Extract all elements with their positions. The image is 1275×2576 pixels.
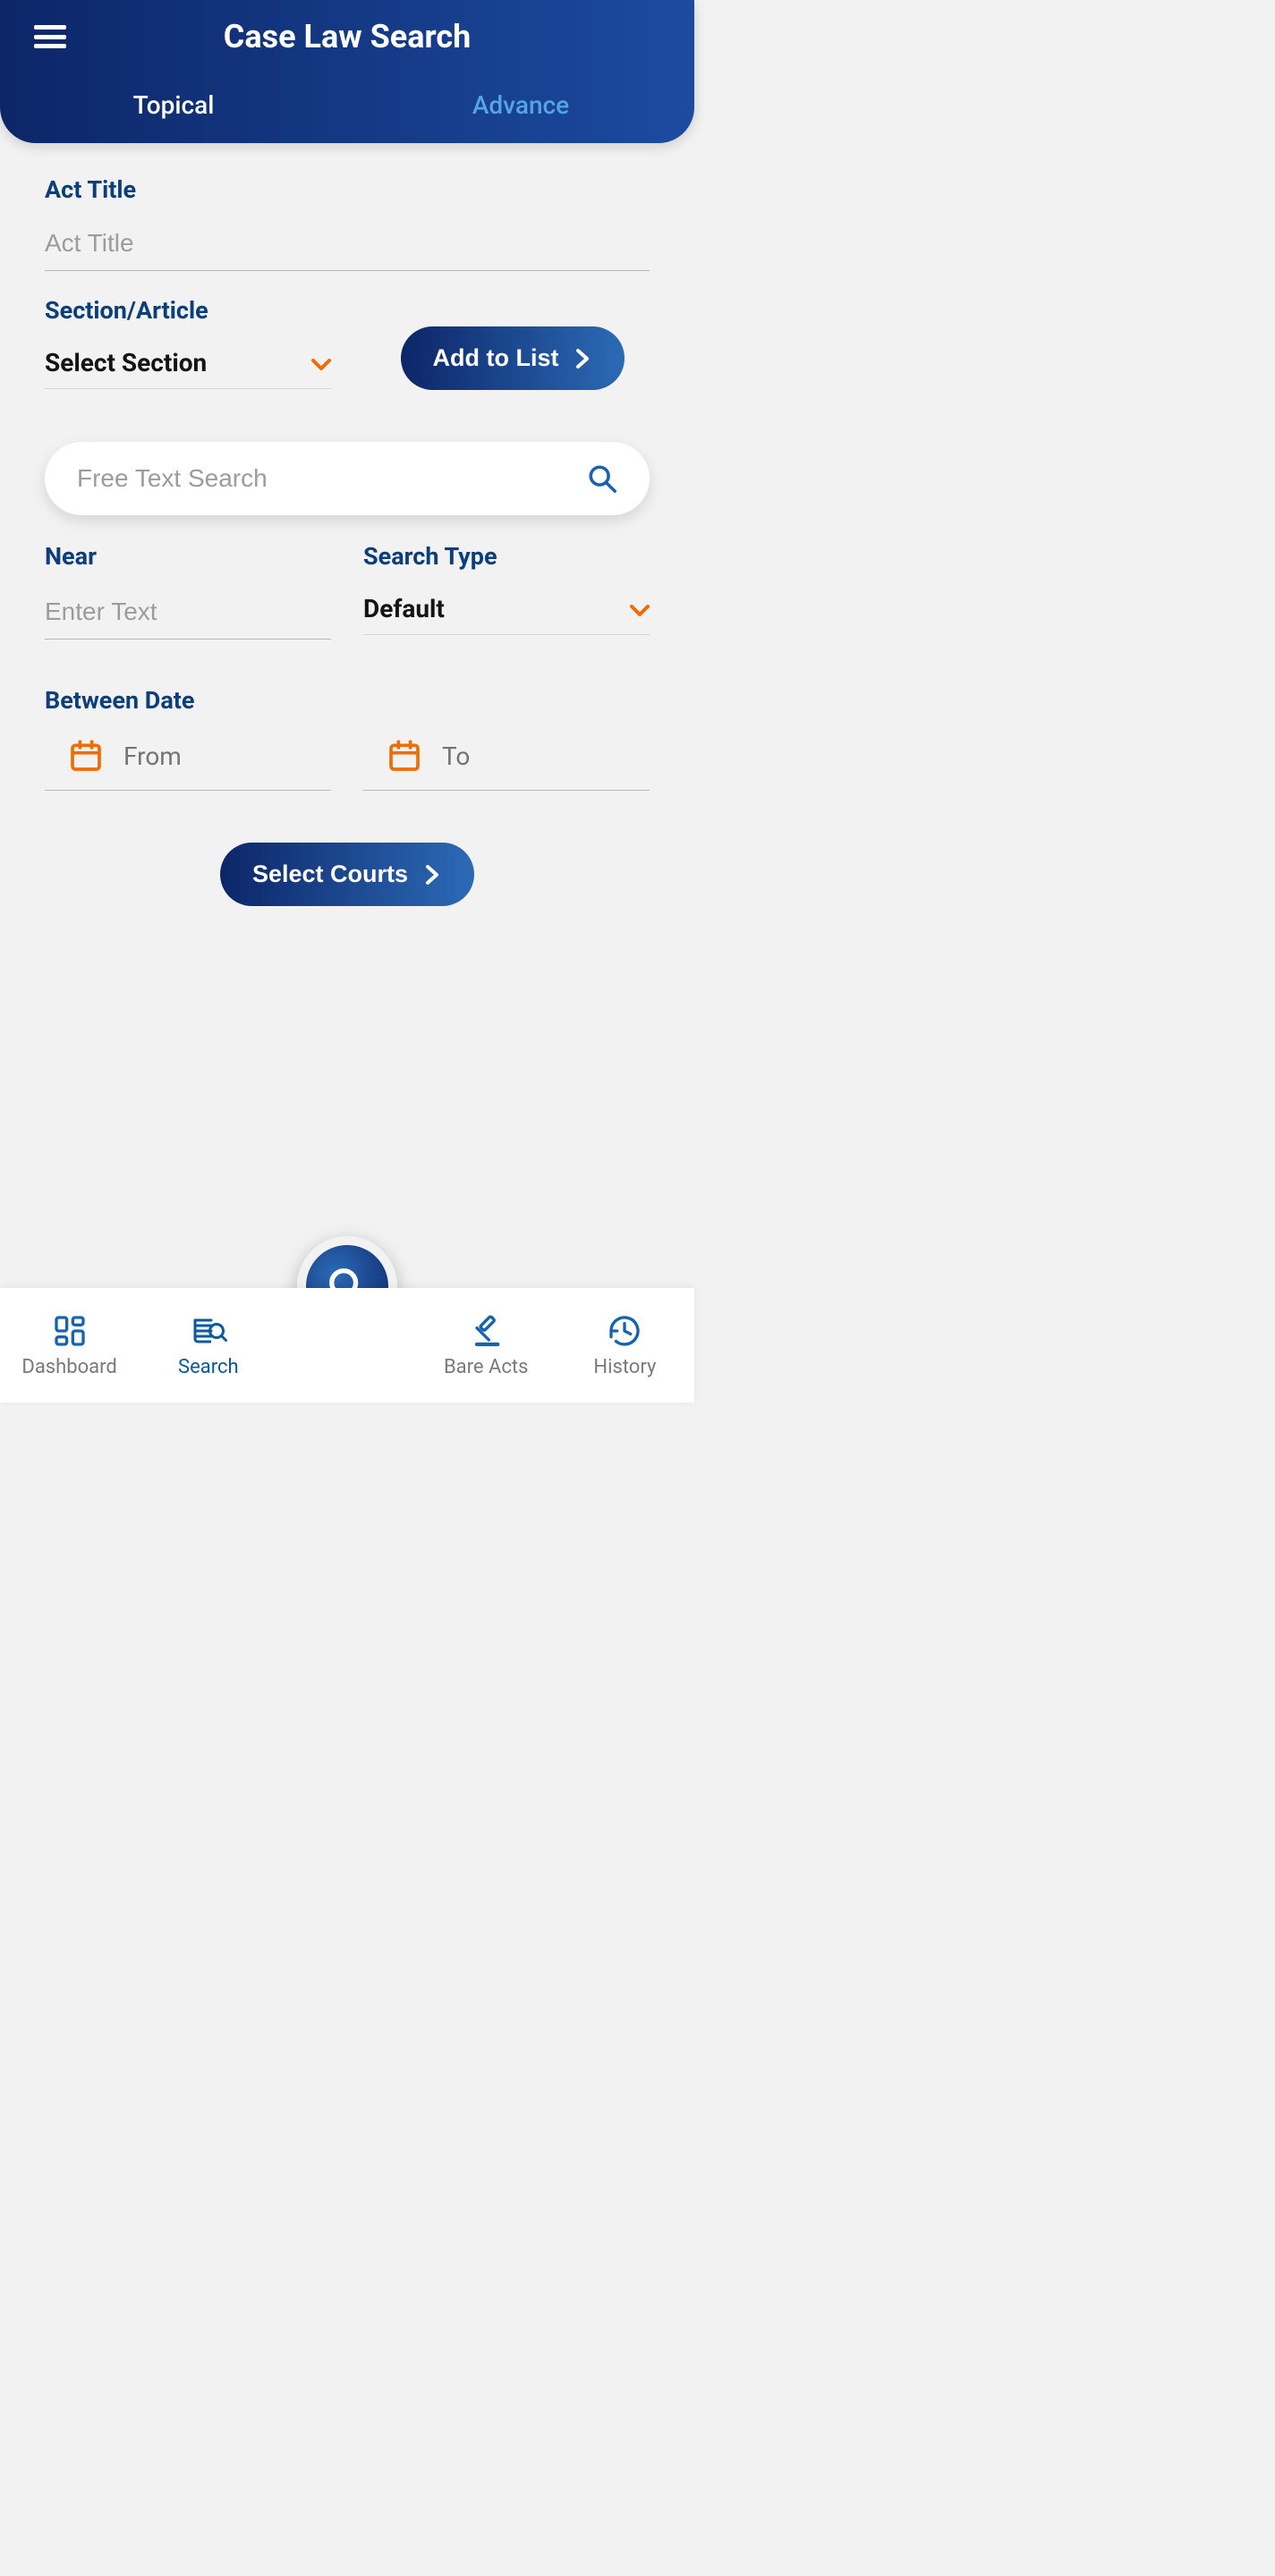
calendar-icon <box>387 738 422 774</box>
page-title: Case Law Search <box>0 18 694 55</box>
bottom-nav: Dashboard Search Bare Acts History <box>0 1288 694 1402</box>
nav-bare-acts-label: Bare Acts <box>444 1356 528 1378</box>
tab-advance[interactable]: Advance <box>347 71 694 143</box>
nav-search[interactable]: Search <box>139 1288 277 1402</box>
chevron-down-icon <box>311 348 331 377</box>
nav-search-label: Search <box>178 1356 239 1378</box>
near-label: Near <box>45 542 331 571</box>
calendar-icon <box>68 738 104 774</box>
search-type-label: Search Type <box>363 542 650 571</box>
dashboard-icon <box>51 1313 89 1349</box>
act-title-label: Act Title <box>45 175 650 204</box>
app-header: Case Law Search Topical Advance <box>0 0 694 143</box>
nav-history-label: History <box>593 1356 656 1378</box>
chevron-right-icon <box>422 865 442 885</box>
between-date-label: Between Date <box>45 686 650 715</box>
date-from-field[interactable]: From <box>45 731 331 791</box>
search-tabs: Topical Advance <box>0 71 694 143</box>
search-type-value: Default <box>363 594 445 623</box>
search-icon[interactable] <box>587 463 617 494</box>
free-text-search-container <box>45 442 650 515</box>
advance-search-form: Act Title Section/Article Select Section… <box>0 143 694 906</box>
section-select[interactable]: Select Section <box>45 341 331 389</box>
nav-bare-acts[interactable]: Bare Acts <box>417 1288 556 1402</box>
near-input[interactable] <box>45 587 331 640</box>
section-select-value: Select Section <box>45 348 207 377</box>
nav-spacer <box>277 1288 416 1402</box>
add-to-list-label: Add to List <box>433 344 559 372</box>
select-courts-label: Select Courts <box>252 860 408 888</box>
tab-topical[interactable]: Topical <box>0 71 347 143</box>
chevron-right-icon <box>573 349 592 369</box>
gavel-icon <box>467 1313 505 1349</box>
date-to-text: To <box>442 741 470 771</box>
select-courts-button[interactable]: Select Courts <box>220 843 474 906</box>
history-icon <box>606 1313 643 1349</box>
search-type-select[interactable]: Default <box>363 587 650 635</box>
free-text-search-input[interactable] <box>77 464 587 493</box>
date-from-text: From <box>123 741 182 771</box>
nav-history[interactable]: History <box>556 1288 694 1402</box>
menu-icon[interactable] <box>34 25 66 48</box>
section-label: Section/Article <box>45 296 331 325</box>
add-to-list-button[interactable]: Add to List <box>401 326 625 390</box>
nav-dashboard-label: Dashboard <box>21 1356 116 1378</box>
act-title-input[interactable] <box>45 220 650 271</box>
chevron-down-icon <box>630 594 650 623</box>
books-search-icon <box>190 1313 227 1349</box>
nav-dashboard[interactable]: Dashboard <box>0 1288 139 1402</box>
date-to-field[interactable]: To <box>363 731 650 791</box>
